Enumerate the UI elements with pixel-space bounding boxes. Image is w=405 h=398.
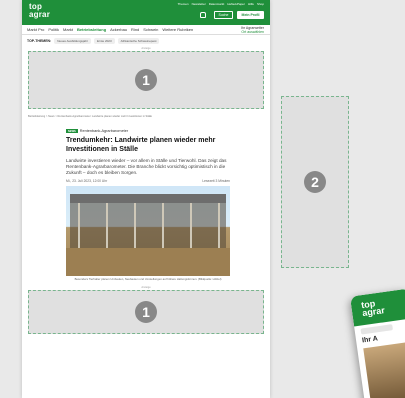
barn-interior [70, 203, 226, 248]
breadcrumb[interactable]: Betriebsleitung > News > Rentenbank-Agra… [22, 109, 270, 118]
webpage-mockup: top agrar Themen Newsletter Datenmarkt H… [22, 0, 270, 398]
kicker-text: Rentenbank-Agrarbarometer [79, 129, 129, 133]
topnav-item[interactable]: Shop [257, 2, 264, 6]
ad-label: Anzeige [141, 285, 151, 289]
bell-icon[interactable] [200, 12, 206, 18]
profile-button[interactable]: Mein Profil [237, 11, 264, 19]
article-photo[interactable] [66, 186, 230, 276]
barn-roof [70, 194, 226, 203]
ad-slot-number: 1 [135, 300, 157, 323]
topnav-item[interactable]: Hefte/ePaper [227, 2, 245, 6]
photo-caption: Besonders Tierhalter planen Umbauten, Ne… [74, 277, 222, 281]
ad-slot-number: 1 [135, 69, 157, 91]
barn-post [106, 203, 108, 248]
ad-slot-bottom: 1 [28, 289, 264, 334]
top-topics-label: TOP-THEMEN: [27, 39, 52, 43]
ad-slot-number: 2 [304, 171, 326, 193]
nav-item-rind[interactable]: Rind [131, 27, 139, 32]
ad-slot-sidebar: 2 [281, 96, 349, 268]
barn-post [218, 203, 220, 248]
agrarwetter-widget[interactable]: Ihr Agrarwetter Ort auswählen [241, 26, 264, 34]
article-lead: Landwirte investieren wieder – vor allem… [66, 158, 227, 175]
site-logo[interactable]: top agrar [29, 3, 50, 19]
mobile-preview: top agrar Ihr A [349, 288, 405, 398]
article-kicker: NEWS Rentenbank-Agrarbarometer [66, 129, 230, 133]
nav-item-markt-pro[interactable]: Markt Pro [27, 27, 44, 32]
reading-time: Lesezeit 3 Minuten [202, 179, 230, 183]
topic-chip[interactable]: Afrikanische Schweinepest [117, 38, 160, 44]
topnav-item[interactable]: Hilfe [248, 2, 254, 6]
ad-slot-top: 1 [28, 51, 264, 109]
barn-post [162, 203, 164, 248]
topnav-item[interactable]: Newsletter [192, 2, 206, 6]
ground [66, 248, 230, 276]
header-bar: top agrar Themen Newsletter Datenmarkt H… [22, 0, 270, 25]
mobile-image [363, 340, 405, 398]
mobile-header: top agrar [349, 288, 405, 327]
main-nav: Markt Pro Politik Markt Betriebsleitung … [22, 25, 270, 35]
search-button[interactable]: Suche [214, 11, 233, 19]
news-tag: NEWS [66, 129, 78, 133]
topnav-item[interactable]: Themen [178, 2, 189, 6]
article-meta: Mi., 23. Juli 2023, 12:00 Uhr Lesezeit 3… [66, 179, 230, 183]
topic-chip[interactable]: Neues Ausbildungsjahr [54, 38, 91, 44]
nav-item-ackerbau[interactable]: Ackerbau [110, 27, 127, 32]
nav-item-weitere[interactable]: Weitere Rubriken [162, 27, 193, 32]
barn-post [78, 203, 80, 248]
article-headline: Trendumkehr: Landwirte planen wieder meh… [66, 137, 216, 153]
barn-post [134, 203, 136, 248]
top-nav: Themen Newsletter Datenmarkt Hefte/ePape… [178, 2, 264, 6]
nav-item-markt[interactable]: Markt [63, 27, 73, 32]
article: NEWS Rentenbank-Agrarbarometer Trendumke… [22, 129, 270, 282]
article-date: Mi., 23. Juli 2023, 12:00 Uhr [66, 179, 108, 183]
nav-item-schwein[interactable]: Schwein [143, 27, 158, 32]
nav-item-betriebsleitung[interactable]: Betriebsleitung [77, 27, 106, 32]
top-topics: TOP-THEMEN: Neues Ausbildungsjahr Ernte … [22, 35, 270, 47]
nav-item-politik[interactable]: Politik [48, 27, 59, 32]
topnav-item[interactable]: Datenmarkt [209, 2, 225, 6]
ad-label: Anzeige [141, 47, 151, 50]
topic-chip[interactable]: Ernte 2023 [93, 38, 115, 44]
barn-post [190, 203, 192, 248]
